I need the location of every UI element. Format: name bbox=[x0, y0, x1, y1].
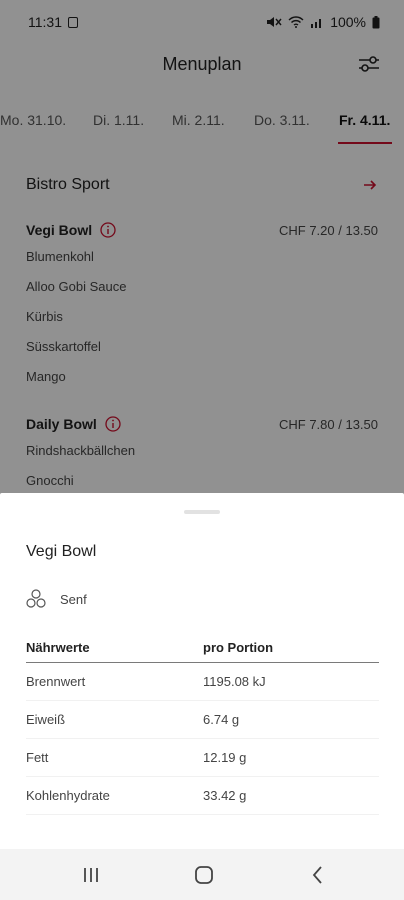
back-icon[interactable] bbox=[306, 863, 330, 887]
header-nutrient: Nährwerte bbox=[26, 640, 90, 655]
drag-handle[interactable] bbox=[184, 510, 220, 514]
nutrition-header: Nährwerte pro Portion bbox=[26, 633, 379, 663]
nutrient-value: 6.74 g bbox=[203, 712, 240, 727]
allergen-row: Senf bbox=[26, 589, 87, 609]
header-per-portion: pro Portion bbox=[203, 640, 274, 655]
table-row: Fett 12.19 g bbox=[26, 739, 379, 777]
nutrient-label: Brennwert bbox=[26, 674, 86, 689]
table-row: Kohlenhydrate 33.42 g bbox=[26, 777, 379, 815]
nutrient-label: Kohlenhydrate bbox=[26, 788, 110, 803]
allergen-label: Senf bbox=[60, 591, 87, 607]
nutrition-bottom-sheet: Vegi Bowl Senf Nährwerte pro Portion Bre… bbox=[0, 493, 404, 849]
nutrient-value: 1195.08 kJ bbox=[203, 674, 266, 689]
home-icon[interactable] bbox=[192, 863, 216, 887]
nutrient-label: Eiweiß bbox=[26, 712, 66, 727]
app-screen: 11:31 100% Menuplan Mo. 31.10. Di. 1.11.… bbox=[0, 0, 404, 900]
nutrition-table: Nährwerte pro Portion Brennwert 1195.08 … bbox=[26, 633, 379, 815]
sheet-title: Vegi Bowl bbox=[26, 543, 97, 560]
table-row: Eiweiß 6.74 g bbox=[26, 701, 379, 739]
recent-apps-icon[interactable] bbox=[79, 863, 103, 887]
allergen-mustard-icon bbox=[26, 589, 46, 608]
nutrient-value: 33.42 g bbox=[203, 788, 247, 803]
nutrient-value: 12.19 g bbox=[203, 750, 247, 765]
nutrient-label: Fett bbox=[26, 750, 49, 765]
system-nav-bar bbox=[0, 849, 404, 900]
table-row: Brennwert 1195.08 kJ bbox=[26, 663, 379, 701]
